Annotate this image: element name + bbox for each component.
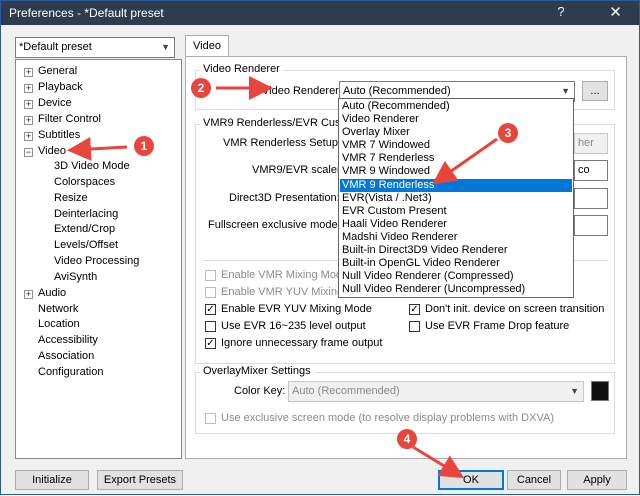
arrow-4 xyxy=(412,445,465,479)
preferences-window: Preferences - *Default preset ? ✕ *Defau… xyxy=(0,0,640,495)
step-badge-3: 3 xyxy=(498,123,518,143)
step-badge-2: 2 xyxy=(191,78,211,98)
arrow-1 xyxy=(67,137,128,161)
step-badge-1: 1 xyxy=(134,136,154,156)
arrow-3 xyxy=(432,137,498,185)
annotation-arrows xyxy=(67,76,498,479)
step-badge-4: 4 xyxy=(397,429,417,449)
